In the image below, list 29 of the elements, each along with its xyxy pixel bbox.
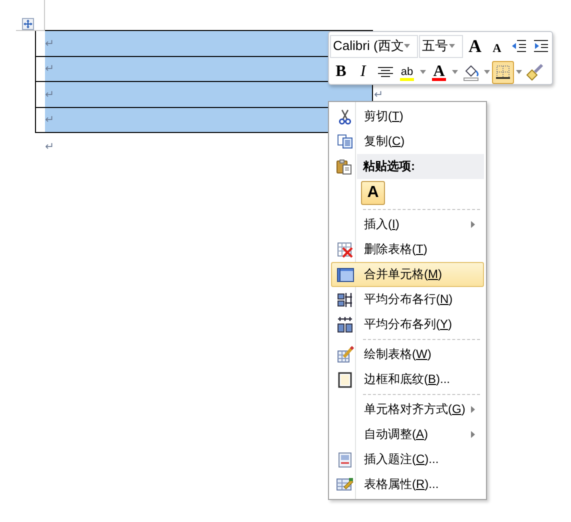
menu-item[interactable]: 绘制表格(W) (331, 342, 484, 367)
shrink-font-button[interactable]: A (486, 34, 508, 58)
menu-item[interactable]: 表格属性(R)... (331, 472, 484, 497)
menu-item[interactable]: 合并单元格(M) (331, 262, 484, 287)
menu-heading-text: 粘贴选项: (363, 158, 415, 175)
menu-item[interactable]: 复制(C) (331, 129, 484, 154)
menu-item[interactable]: 插入(I) (331, 212, 484, 237)
menu-item[interactable]: 插入题注(C)... (331, 447, 484, 472)
font-name-field[interactable]: Calibri (西文 (330, 34, 418, 58)
paragraph-mark: ↵ (45, 36, 54, 50)
paragraph-mark: ↵ (45, 88, 54, 101)
bold-button[interactable]: B (330, 60, 352, 84)
paragraph-mark: ↵ (45, 113, 54, 126)
menu-item[interactable]: 剪切(T) (331, 104, 484, 129)
font-size-field[interactable]: 五号 (418, 34, 463, 58)
highlight-button[interactable]: ab (396, 60, 418, 84)
italic-button[interactable]: I (352, 60, 374, 84)
menu-item[interactable]: 删除表格(T) (331, 237, 484, 262)
menu-item[interactable]: 平均分布各列(Y) (331, 312, 484, 337)
menu-item[interactable]: 边框和底纹(B)... (331, 367, 484, 392)
paragraph-mark: ↵ (45, 140, 54, 153)
menu-item[interactable]: 平均分布各行(N) (331, 287, 484, 312)
grow-font-button[interactable]: A (464, 34, 486, 58)
row-end-mark: ↵ (374, 88, 384, 101)
font-color-button[interactable]: A (428, 60, 450, 84)
menu-item[interactable]: 单元格对齐方式(G) (331, 397, 484, 422)
menu-item[interactable]: 自动调整(A) (331, 422, 484, 447)
paragraph-mark: ↵ (45, 62, 54, 76)
keep-text-only-button[interactable]: A (361, 181, 385, 205)
